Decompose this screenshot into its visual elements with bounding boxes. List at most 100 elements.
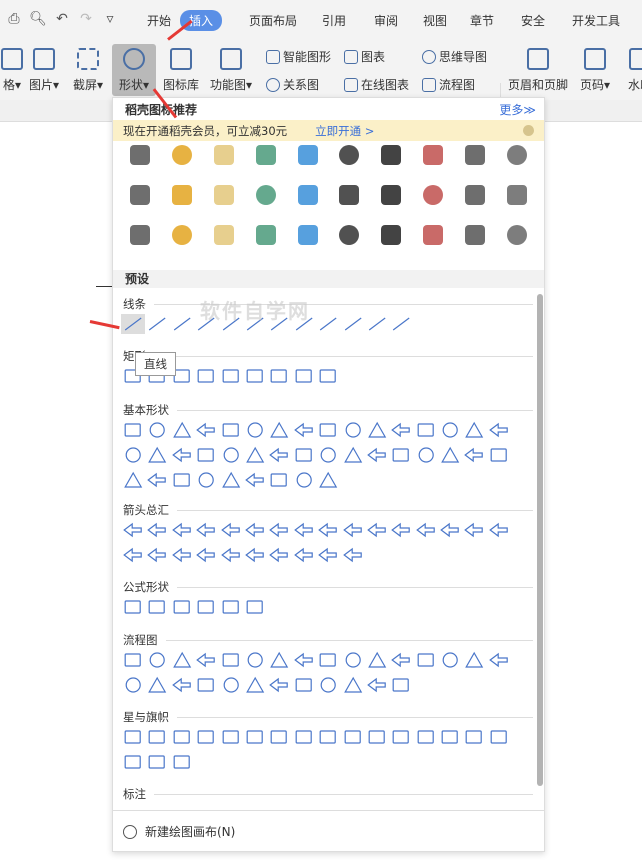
shape-item[interactable]: [438, 727, 462, 747]
tab-2[interactable]: 页面布局: [240, 10, 306, 31]
tab-1[interactable]: 插入: [180, 10, 223, 31]
shape-item[interactable]: [145, 727, 169, 747]
recommended-icon[interactable]: [507, 145, 528, 165]
undo-icon[interactable]: ↶: [52, 11, 72, 27]
shape-item[interactable]: [121, 470, 145, 490]
shape-item[interactable]: [292, 470, 316, 490]
shape-item[interactable]: [292, 727, 316, 747]
shape-item[interactable]: [316, 445, 340, 465]
shape-item[interactable]: [462, 445, 486, 465]
recommended-icon[interactable]: [423, 185, 444, 205]
tab-3[interactable]: 引用: [313, 10, 355, 31]
shape-item[interactable]: [316, 727, 340, 747]
close-icon[interactable]: [523, 125, 534, 136]
shape-item[interactable]: [414, 727, 438, 747]
print-icon[interactable]: ⎙: [4, 11, 24, 27]
recommended-icon[interactable]: [255, 225, 276, 245]
open-vip-link[interactable]: 立即开通 >: [315, 123, 374, 139]
shape-item[interactable]: [219, 727, 243, 747]
tab-8[interactable]: 开发工具: [563, 10, 629, 31]
online-chart-button[interactable]: 在线图表: [344, 76, 409, 93]
shape-item[interactable]: [145, 545, 169, 565]
recommended-icon[interactable]: [213, 145, 234, 165]
function-chart-button[interactable]: 功能图▾: [206, 48, 256, 93]
shape-item[interactable]: [121, 520, 145, 540]
shape-item[interactable]: [121, 597, 145, 617]
more-link[interactable]: 更多≫: [499, 101, 536, 118]
shape-item[interactable]: [438, 420, 462, 440]
shape-item[interactable]: [145, 675, 169, 695]
recommended-icon[interactable]: [129, 145, 150, 165]
shape-item[interactable]: [267, 445, 291, 465]
recommended-icon[interactable]: [339, 225, 360, 245]
screenshot-button[interactable]: 截屏▾: [68, 48, 108, 93]
shape-item[interactable]: [194, 420, 218, 440]
shape-item[interactable]: [121, 420, 145, 440]
recommended-icon[interactable]: [255, 185, 276, 205]
tab-5[interactable]: 视图: [414, 10, 456, 31]
shape-item[interactable]: [389, 650, 413, 670]
shape-item[interactable]: [121, 650, 145, 670]
shape-item[interactable]: [219, 545, 243, 565]
shape-item[interactable]: [219, 650, 243, 670]
shape-item[interactable]: [462, 520, 486, 540]
recommended-icon[interactable]: [381, 185, 402, 205]
shape-item[interactable]: [145, 597, 169, 617]
shape-item[interactable]: [341, 650, 365, 670]
shape-item[interactable]: [170, 470, 194, 490]
print-preview-icon[interactable]: 🔍︎: [28, 11, 48, 27]
redo-icon[interactable]: ↷: [76, 11, 96, 27]
shape-item[interactable]: [389, 314, 413, 334]
shape-item[interactable]: [365, 675, 389, 695]
shape-item[interactable]: [487, 420, 511, 440]
recommended-icon[interactable]: [381, 145, 402, 165]
shape-item[interactable]: [121, 314, 146, 334]
shape-item[interactable]: [243, 650, 267, 670]
shape-item[interactable]: [414, 650, 438, 670]
shape-item[interactable]: [438, 445, 462, 465]
recommended-icon[interactable]: [171, 145, 192, 165]
shape-item[interactable]: [316, 366, 340, 386]
recommended-icon[interactable]: [465, 225, 486, 245]
recommended-icon[interactable]: [297, 185, 318, 205]
scrollbar[interactable]: [537, 294, 543, 786]
shape-item[interactable]: [267, 470, 291, 490]
recommended-icon[interactable]: [297, 145, 318, 165]
recommended-icon[interactable]: [171, 185, 192, 205]
recommended-icon[interactable]: [129, 185, 150, 205]
shape-item[interactable]: [365, 650, 389, 670]
shape-item[interactable]: [414, 445, 438, 465]
recommended-icon[interactable]: [465, 185, 486, 205]
shape-item[interactable]: [292, 650, 316, 670]
shape-item[interactable]: [145, 420, 169, 440]
shape-item[interactable]: [243, 520, 267, 540]
shape-item[interactable]: [341, 727, 365, 747]
shape-item[interactable]: [267, 520, 291, 540]
shape-item[interactable]: [341, 420, 365, 440]
shape-item[interactable]: [145, 520, 169, 540]
shape-item[interactable]: [145, 470, 169, 490]
shape-item[interactable]: [316, 650, 340, 670]
mind-map-button[interactable]: 思维导图: [422, 48, 487, 65]
shape-item[interactable]: [219, 597, 243, 617]
shape-item[interactable]: [365, 420, 389, 440]
shape-item[interactable]: [341, 314, 365, 334]
shape-item[interactable]: [316, 420, 340, 440]
recommended-icon[interactable]: [339, 185, 360, 205]
shape-item[interactable]: [170, 545, 194, 565]
recommended-icon[interactable]: [213, 185, 234, 205]
recommended-icon[interactable]: [423, 145, 444, 165]
shape-item[interactable]: [316, 545, 340, 565]
shape-item[interactable]: [487, 650, 511, 670]
shape-item[interactable]: [194, 545, 218, 565]
shape-item[interactable]: [316, 520, 340, 540]
header-footer-button[interactable]: 页眉和页脚: [506, 48, 570, 93]
recommended-icon[interactable]: [423, 225, 444, 245]
shape-item[interactable]: [194, 520, 218, 540]
customize-icon[interactable]: ▿: [100, 11, 120, 27]
shape-item[interactable]: [267, 675, 291, 695]
flowchart-button[interactable]: 流程图: [422, 76, 475, 93]
tab-6[interactable]: 章节: [461, 10, 503, 31]
shape-item[interactable]: [292, 366, 316, 386]
tab-0[interactable]: 开始: [138, 10, 180, 31]
